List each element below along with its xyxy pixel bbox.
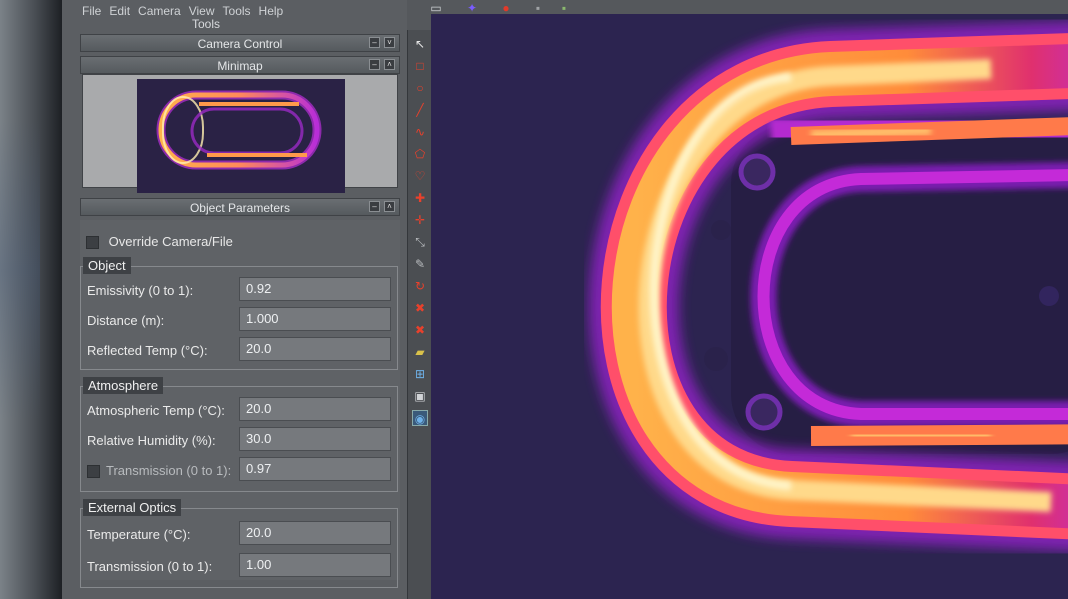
line-icon[interactable]: ╱ [412,102,428,118]
rectangle-icon[interactable]: □ [412,58,428,74]
save-image-icon[interactable]: ▪ [531,2,545,14]
collapse-icon[interactable]: ˄ [384,201,395,212]
camera-control-header[interactable]: Camera Control – ˅ [80,34,400,52]
delete-icon[interactable]: ✖ [412,300,428,316]
distance-row: Distance (m): 1.000 [87,307,391,333]
cursor-icon[interactable]: ↖ [412,36,428,52]
distance-input[interactable]: 1.000 [239,307,391,331]
optics-transmission-row: Transmission (0 to 1): 1.00 [87,553,391,579]
refresh-icon[interactable]: ↻ [412,278,428,294]
view-icon[interactable]: ◉ [412,410,428,426]
minimap-image [156,90,322,170]
thermal-image-view[interactable] [431,14,1068,599]
object-parameters-panel: Override Camera/File Object Emissivity (… [80,220,400,588]
atmospheric-temp-input[interactable]: 20.0 [239,397,391,421]
max-spot-icon[interactable]: ✚ [412,190,428,206]
minimize-icon[interactable]: – [369,59,380,70]
emissivity-label: Emissivity (0 to 1): [87,283,194,298]
reflected-temp-row: Reflected Temp (°C): 20.0 [87,337,391,363]
external-optics-group: External Optics Temperature (°C): 20.0 T… [80,499,398,588]
minimize-icon[interactable]: – [369,37,380,48]
emissivity-row: Emissivity (0 to 1): 0.92 [87,277,391,303]
atmosphere-transmission-label: Transmission (0 to 1): [87,463,232,479]
color-picker-icon[interactable]: ✎ [412,256,428,272]
thermal-image [431,14,1068,599]
min-spot-icon[interactable]: ✛ [412,212,428,228]
isotherm-icon[interactable]: ♡ [412,168,428,184]
open-icon[interactable]: ▰ [412,344,428,360]
menu-file[interactable]: File [82,0,101,20]
distance-label: Distance (m): [87,313,165,328]
reflected-temp-label: Reflected Temp (°C): [87,343,208,358]
atmosphere-transmission-text: Transmission (0 to 1): [106,463,232,478]
tools-panel: File Edit Camera View Tools Help Tools C… [62,0,407,599]
optics-temperature-label: Temperature (°C): [87,527,191,542]
optics-temperature-row: Temperature (°C): 20.0 [87,521,391,547]
minimap[interactable] [82,74,398,193]
tools-panel-title: Tools [192,17,221,31]
atmosphere-group-label: Atmosphere [83,377,164,394]
minimap-title: Minimap [217,59,263,73]
collapse-icon[interactable]: ˄ [384,59,395,70]
minimap-header[interactable]: Minimap – ˄ [80,56,400,74]
collapse-icon[interactable]: ˅ [384,37,395,48]
snapshot-icon[interactable]: ✦ [465,2,479,14]
menu-camera[interactable]: Camera [138,0,181,20]
reflected-temp-input[interactable]: 20.0 [239,337,391,361]
override-checkbox[interactable] [86,236,99,250]
ellipse-icon[interactable]: ○ [412,80,428,96]
monitor-bezel [0,0,62,599]
optics-transmission-input[interactable]: 1.00 [239,553,391,577]
object-group: Object Emissivity (0 to 1): 0.92 Distanc… [80,257,398,370]
relative-humidity-row: Relative Humidity (%): 30.0 [87,427,391,453]
import-icon[interactable]: ⊞ [412,366,428,382]
override-camera-file-option[interactable]: Override Camera/File [86,234,233,250]
save-icon[interactable]: ▣ [412,388,428,404]
object-parameters-title: Object Parameters [189,201,291,215]
emissivity-input[interactable]: 0.92 [239,277,391,301]
optics-temperature-input[interactable]: 20.0 [239,521,391,545]
camera-icon[interactable]: ▭ [429,2,443,14]
record-icon[interactable]: ● [499,2,513,14]
atmosphere-group: Atmosphere Atmospheric Temp (°C): 20.0 R… [80,377,398,492]
atmospheric-temp-row: Atmospheric Temp (°C): 20.0 [87,397,391,423]
relative-humidity-label: Relative Humidity (%): [87,433,216,448]
measurement-toolbar: ↖ □ ○ ╱ ∿ ⬠ ♡ ✚ ✛ ⤡ ✎ ↻ ✖ ✖ ▰ ⊞ ▣ ◉ [407,30,431,599]
menu-bar: File Edit Camera View Tools Help [82,0,283,20]
export-icon[interactable]: ▪ [557,2,571,14]
transmission-checkbox[interactable] [87,465,100,479]
override-label: Override Camera/File [108,234,233,249]
object-group-label: Object [83,257,131,274]
atmospheric-temp-label: Atmospheric Temp (°C): [87,403,225,418]
measure-icon[interactable]: ⤡ [412,234,428,250]
menu-help[interactable]: Help [259,0,284,20]
polyline-icon[interactable]: ∿ [412,124,428,140]
delete-all-icon[interactable]: ✖ [412,322,428,338]
external-optics-group-label: External Optics [83,499,182,516]
optics-transmission-label: Transmission (0 to 1): [87,559,213,574]
menu-tools[interactable]: Tools [223,0,251,20]
minimap-thermal-preview[interactable] [137,79,345,193]
minimize-icon[interactable]: – [369,201,380,212]
atmosphere-transmission-input[interactable]: 0.97 [239,457,391,481]
polygon-icon[interactable]: ⬠ [412,146,428,162]
relative-humidity-input[interactable]: 30.0 [239,427,391,451]
atmosphere-transmission-row: Transmission (0 to 1): 0.97 [87,457,391,483]
object-parameters-header[interactable]: Object Parameters – ˄ [80,198,400,216]
menu-edit[interactable]: Edit [109,0,130,20]
camera-control-title: Camera Control [197,37,283,51]
